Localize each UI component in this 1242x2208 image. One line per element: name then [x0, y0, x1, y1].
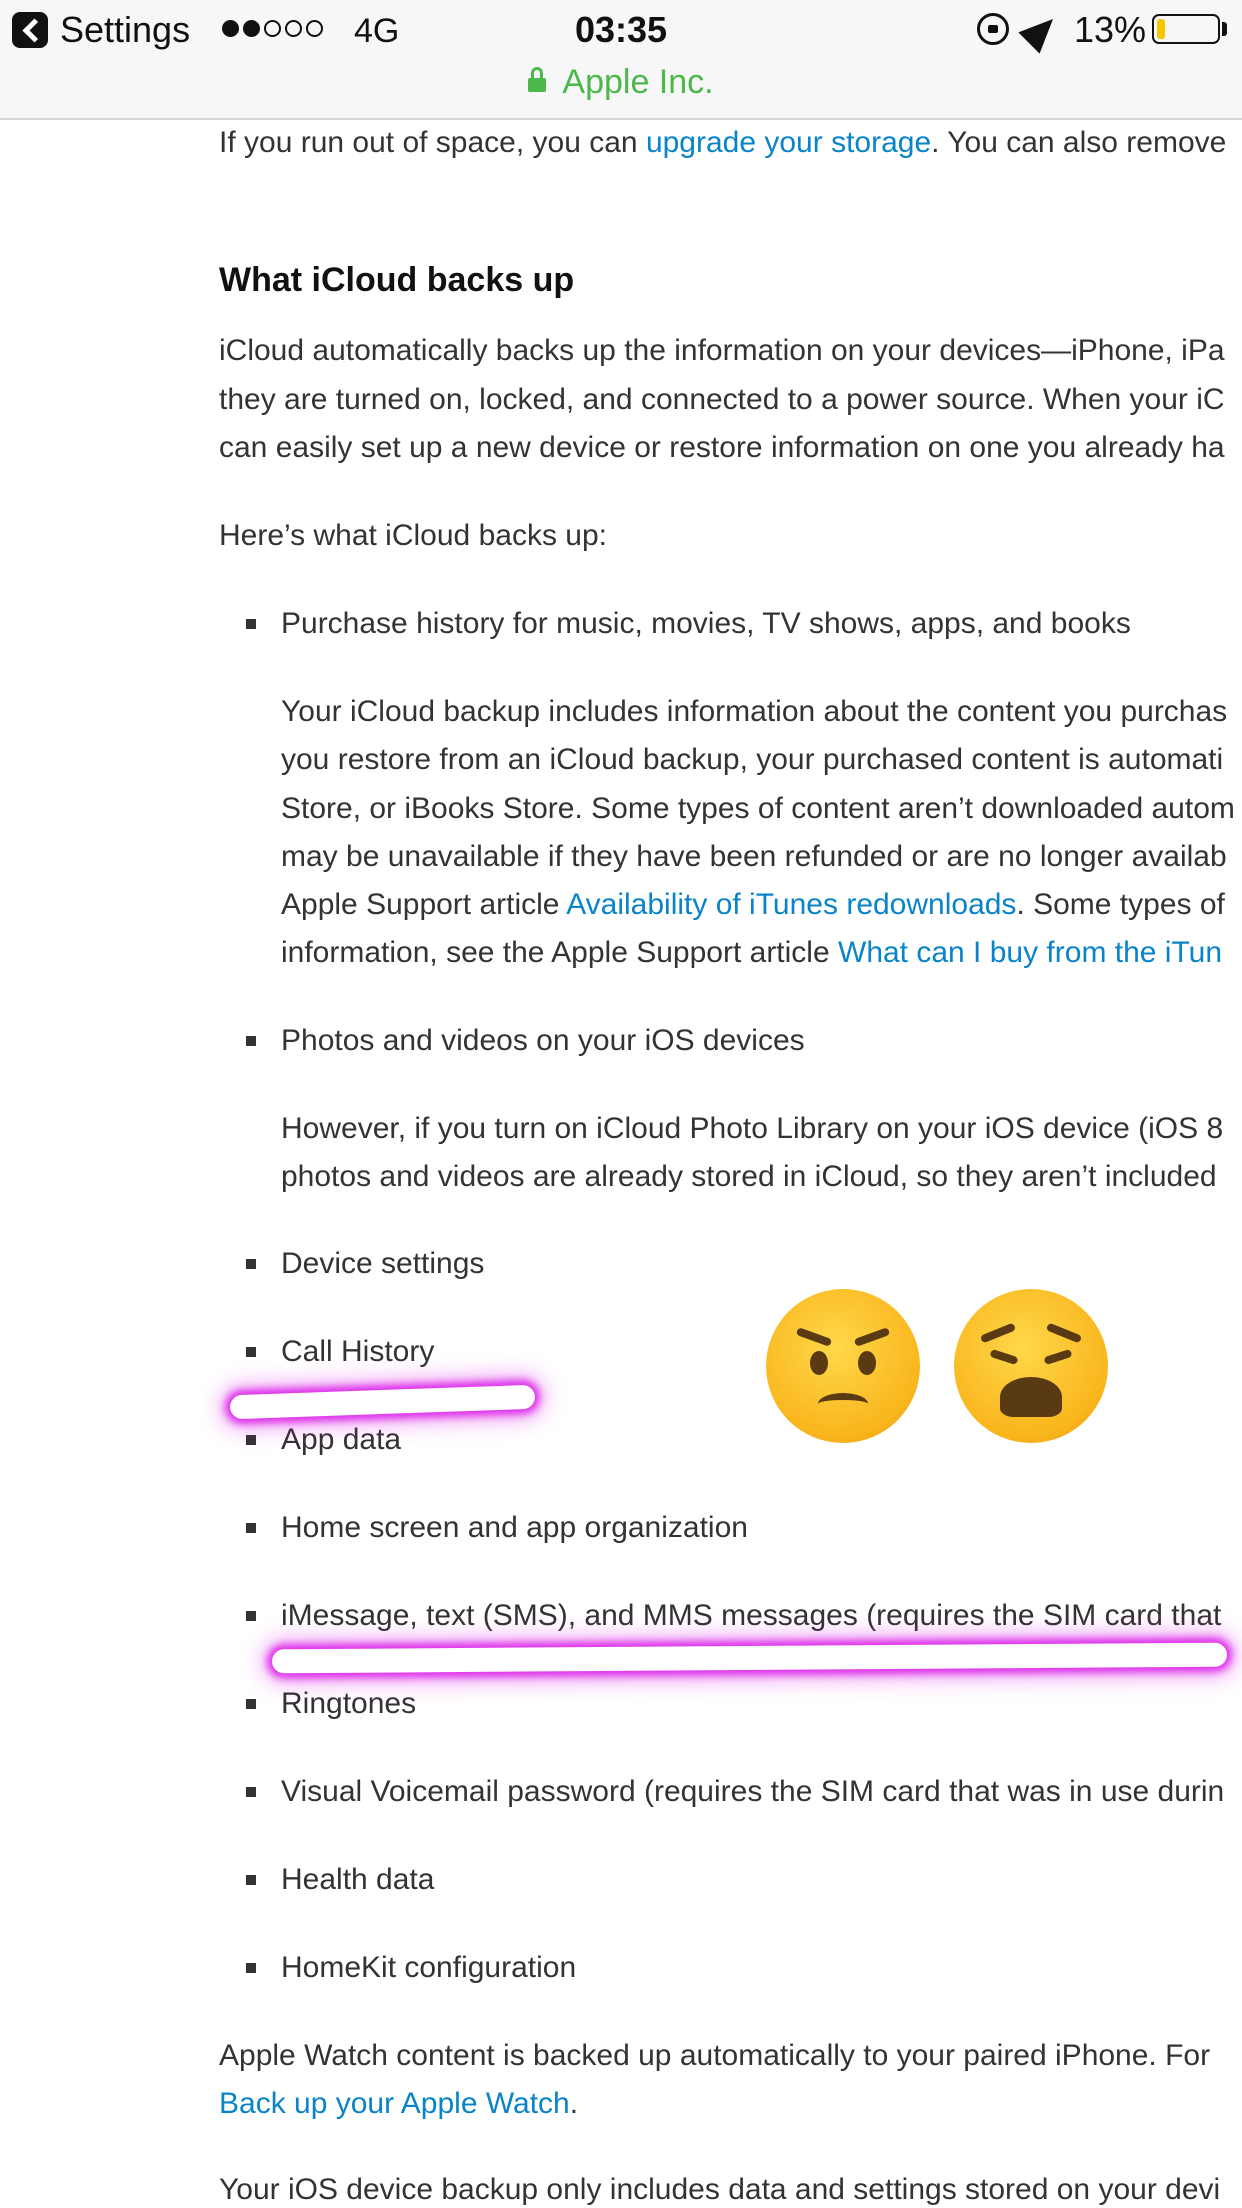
detail-line: you restore from an iCloud backup, your …	[281, 743, 1224, 776]
list-item-voicemail: Visual Voicemail password (requires the …	[281, 1775, 1225, 1808]
emoji-brow	[795, 1327, 833, 1347]
emoji-eye	[989, 1348, 1019, 1366]
emoji-mouth	[1000, 1377, 1062, 1417]
list-bullet	[246, 1347, 256, 1357]
detail-text: information, see the Apple Support artic…	[281, 936, 838, 969]
paragraph-line: iCloud automatically backs up the inform…	[219, 334, 1225, 367]
detail-line: Your iCloud backup includes information …	[281, 695, 1228, 728]
section-heading: What iCloud backs up	[219, 261, 575, 299]
list-item-health: Health data	[281, 1863, 435, 1896]
list-bullet	[246, 1787, 256, 1797]
intro-text-end: . You can also remove	[931, 126, 1227, 159]
list-item-purchase-history: Purchase history for music, movies, TV s…	[281, 607, 1131, 640]
list-bullet	[246, 1435, 256, 1445]
weary-face-emoji	[954, 1289, 1108, 1443]
detail-text: . Some types of	[1016, 888, 1225, 921]
emoji-eye	[810, 1351, 828, 1375]
detail-line: Store, or iBooks Store. Some types of co…	[281, 792, 1235, 825]
list-item-imessage: iMessage, text (SMS), and MMS messages (…	[281, 1599, 1222, 1632]
paragraph-line: can easily set up a new device or restor…	[219, 431, 1225, 464]
list-bullet	[246, 619, 256, 629]
upgrade-storage-link[interactable]: upgrade your storage	[646, 126, 931, 159]
detail-line-with-link: Apple Support article Availability of iT…	[281, 885, 1225, 925]
emoji-eye	[858, 1351, 876, 1375]
list-bullet	[246, 1963, 256, 1973]
paragraph-line: they are turned on, locked, and connecte…	[219, 383, 1225, 416]
list-bullet	[246, 1523, 256, 1533]
detail-line: However, if you turn on iCloud Photo Lib…	[281, 1112, 1224, 1145]
detail-line: may be unavailable if they have been ref…	[281, 840, 1227, 873]
footer-paragraph: Your iOS device backup only includes dat…	[219, 2173, 1221, 2206]
list-item-ringtones: Ringtones	[281, 1687, 417, 1720]
emoji-brow	[979, 1322, 1017, 1344]
list-item-photos: Photos and videos on your iOS devices	[281, 1024, 805, 1057]
period: .	[569, 2087, 579, 2120]
article-content: If you run out of space, you can upgrade…	[219, 0, 1242, 2208]
emoji-mouth	[818, 1393, 868, 1415]
emoji-brow	[853, 1327, 891, 1347]
back-up-apple-watch-link[interactable]: Back up your Apple Watch	[219, 2087, 570, 2120]
list-bullet	[246, 1611, 256, 1621]
angry-face-emoji	[766, 1289, 920, 1443]
detail-text: Apple Support article	[281, 888, 567, 921]
list-intro: Here’s what iCloud backs up:	[219, 519, 607, 552]
list-item-call-history: Call History	[281, 1335, 435, 1368]
list-bullet	[246, 1036, 256, 1046]
what-can-i-buy-link[interactable]: What can I buy from the iTun	[838, 936, 1222, 969]
list-item-homekit: HomeKit configuration	[281, 1951, 577, 1984]
emoji-eye	[1043, 1348, 1073, 1366]
list-bullet	[246, 1699, 256, 1709]
detail-line: photos and videos are already stored in …	[281, 1160, 1217, 1193]
watch-link-line: Back up your Apple Watch.	[219, 2084, 578, 2124]
list-bullet	[246, 1259, 256, 1269]
intro-text: If you run out of space, you can	[219, 126, 646, 159]
safari-screen: Settings 4G 03:35 13% Apple Inc. If you …	[0, 0, 1242, 2208]
list-bullet	[246, 1875, 256, 1885]
list-item-home-screen: Home screen and app organization	[281, 1511, 748, 1544]
watch-paragraph: Apple Watch content is backed up automat…	[219, 2039, 1211, 2072]
detail-line-with-link: information, see the Apple Support artic…	[281, 933, 1222, 973]
itunes-redownloads-link[interactable]: Availability of iTunes redownloads	[566, 888, 1016, 921]
list-item-device-settings: Device settings	[281, 1247, 485, 1280]
emoji-brow	[1045, 1322, 1083, 1344]
list-item-app-data: App data	[281, 1423, 402, 1456]
intro-paragraph: If you run out of space, you can upgrade…	[219, 123, 1226, 163]
